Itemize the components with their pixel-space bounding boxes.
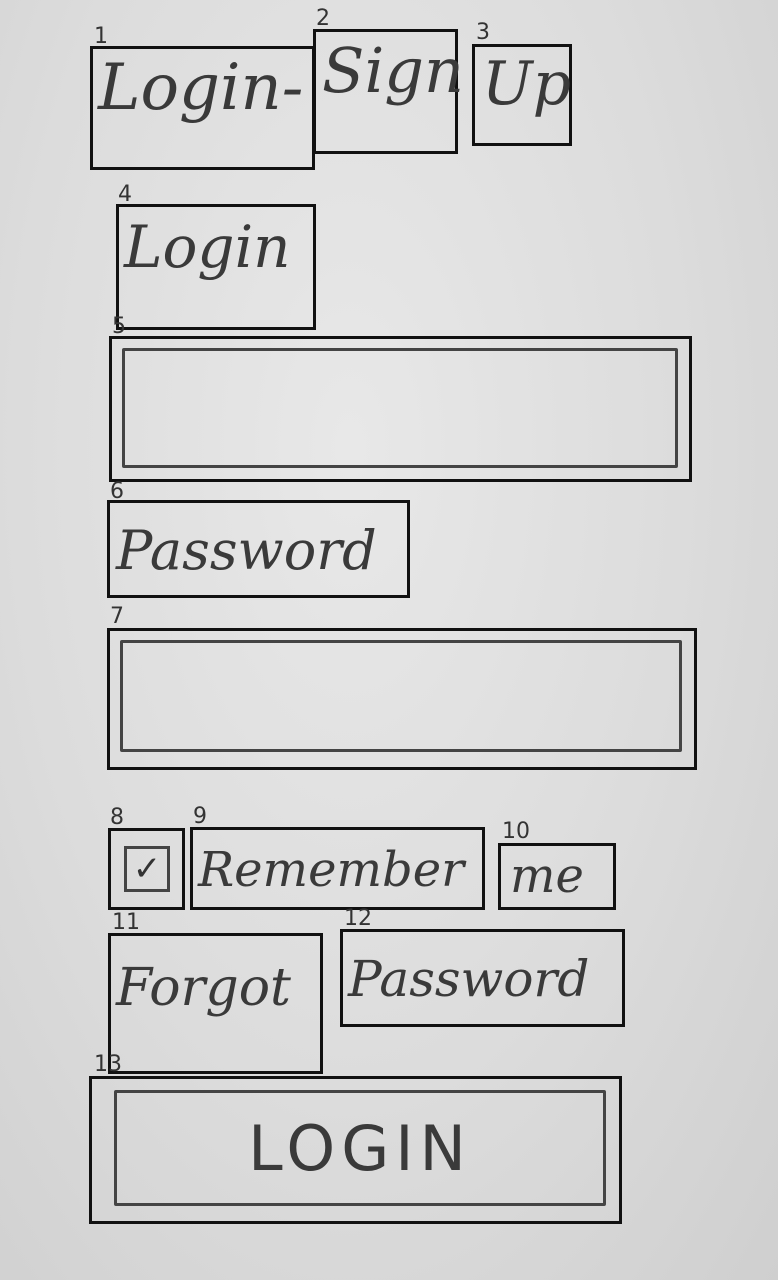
remember-me-checkbox[interactable]: ✓ xyxy=(124,846,170,892)
title-sign-word: Sign xyxy=(322,34,464,107)
annotation-number-10: 10 xyxy=(502,819,530,844)
annotation-number-6: 6 xyxy=(110,479,124,504)
annotation-number-3: 3 xyxy=(476,20,490,45)
annotation-number-5: 5 xyxy=(112,314,126,339)
checkmark-icon: ✓ xyxy=(132,849,162,889)
annotation-number-2: 2 xyxy=(316,6,330,31)
me-word: me xyxy=(510,848,584,904)
annotation-number-13: 13 xyxy=(94,1052,122,1077)
login-button-label: LOGIN xyxy=(248,1111,472,1185)
annotation-number-1: 1 xyxy=(94,24,108,49)
forgot-password-link-word2[interactable]: Password xyxy=(348,954,589,1004)
annotation-number-7: 7 xyxy=(110,604,124,629)
annotation-number-8: 8 xyxy=(110,805,124,830)
password-field-label: Password xyxy=(116,519,377,582)
title-login-word: Login- xyxy=(98,51,304,125)
title-up-word: Up xyxy=(482,49,571,119)
login-input[interactable] xyxy=(122,348,678,468)
annotation-number-9: 9 xyxy=(193,804,207,829)
forgot-password-link-word1[interactable]: Forgot xyxy=(116,962,291,1014)
annotation-number-11: 11 xyxy=(112,910,140,935)
remember-word: Remember xyxy=(198,842,465,898)
login-field-label: Login xyxy=(124,213,291,281)
annotation-number-4: 4 xyxy=(118,182,132,207)
annotation-number-12: 12 xyxy=(344,906,372,931)
login-button[interactable]: LOGIN xyxy=(114,1090,606,1206)
password-input[interactable] xyxy=(120,640,682,752)
